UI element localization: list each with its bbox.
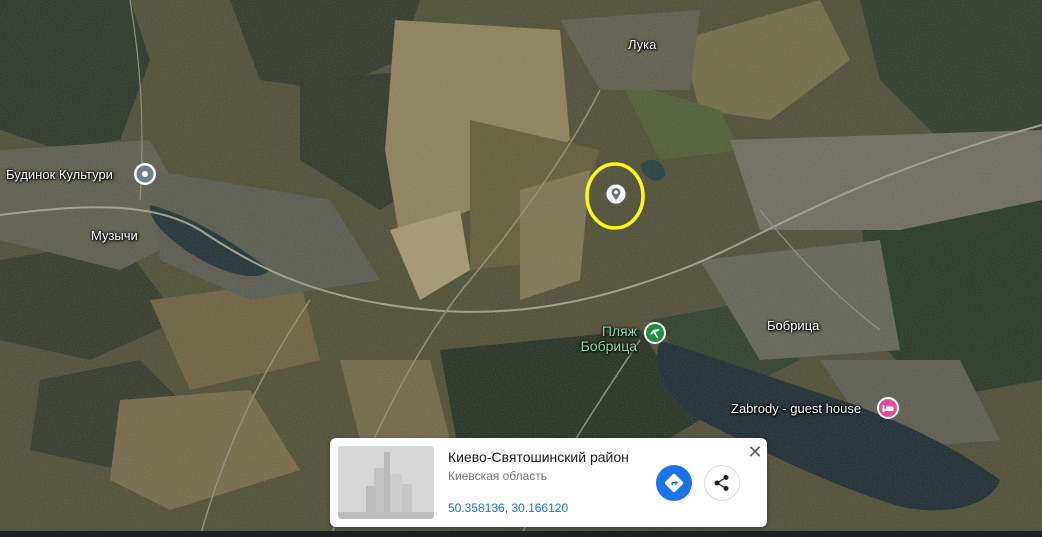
share-icon [714,475,729,491]
place-label-zabrody-guest-house[interactable]: Zabrody - guest house [731,401,861,416]
place-label-luka[interactable]: Лука [628,37,656,52]
location-subtitle: Киевская область [448,469,548,483]
beach-label-line2: Бобрица [580,338,637,354]
beach-label-line1: Пляж [601,323,637,339]
place-label-bobrytsia[interactable]: Бобрица [767,318,819,333]
place-label-muzychi[interactable]: Музычи [91,228,138,243]
directions-button[interactable] [656,465,692,501]
location-thumbnail[interactable] [338,446,434,519]
beach-icon[interactable] [643,321,667,345]
location-pin-icon[interactable] [133,162,157,186]
location-coordinates[interactable]: 50.358136, 30.166120 [448,501,568,515]
directions-icon [664,473,684,493]
place-label-beach[interactable]: Пляж Бобрица [577,324,637,354]
place-label-culture-house[interactable]: Будинок Культури [6,167,113,182]
location-pin-icon[interactable] [605,183,627,205]
share-button[interactable] [704,465,740,501]
hotel-bed-icon[interactable] [876,396,900,420]
location-info-card[interactable]: Киево-Святошинский район Киевская област… [330,438,767,527]
close-icon[interactable]: ✕ [745,442,765,462]
location-title: Киево-Святошинский район [448,449,629,465]
